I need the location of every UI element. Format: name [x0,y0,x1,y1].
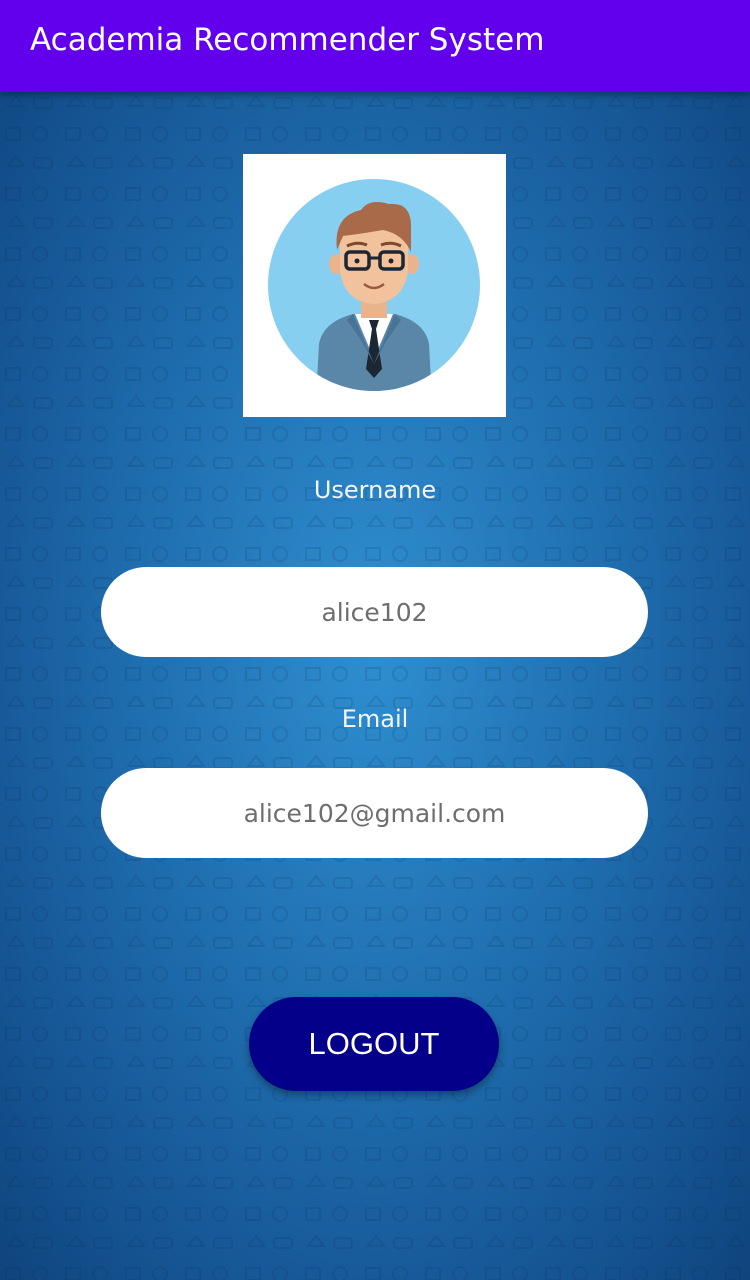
app-bar: Academia Recommender System [0,0,750,92]
user-avatar-icon [268,179,480,391]
email-label: Email [341,705,409,733]
username-label: Username [313,476,437,504]
app-title: Academia Recommender System [30,22,545,58]
profile-screen: Academia Recommender System Username ali… [0,0,750,1280]
avatar [243,154,506,417]
username-field[interactable]: alice102 [101,567,648,657]
logout-button[interactable]: LOGOUT [249,997,499,1091]
email-field[interactable]: alice102@gmail.com [101,768,648,858]
